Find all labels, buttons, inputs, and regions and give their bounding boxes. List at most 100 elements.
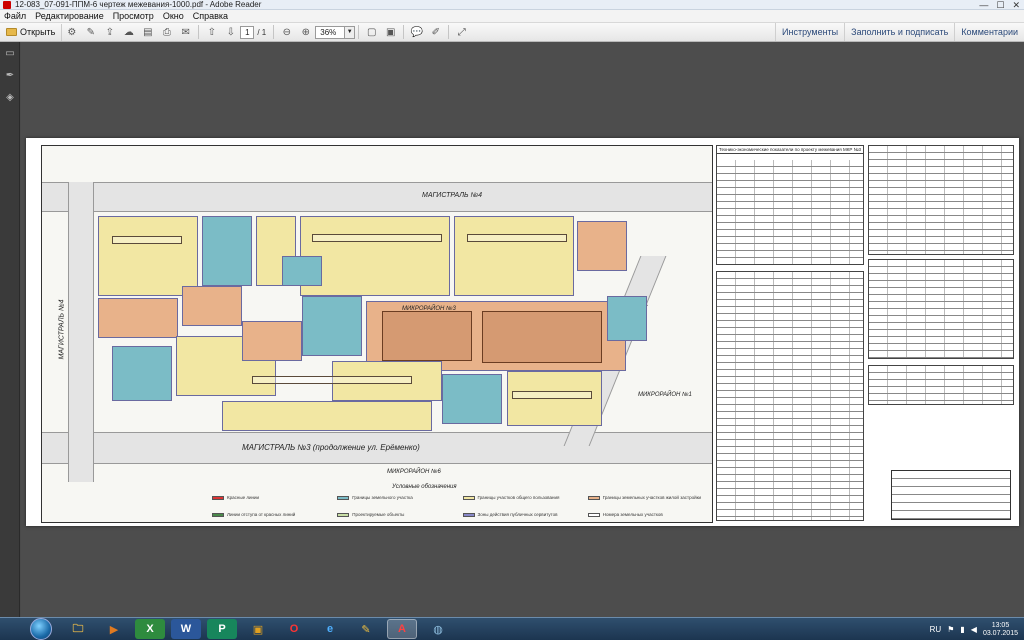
- summary-table-title: Технико-экономические показатели по прое…: [717, 146, 863, 154]
- start-button[interactable]: [30, 618, 52, 640]
- clock-time: 13:05: [991, 621, 1010, 629]
- window-controls: — ☐ ✕: [979, 0, 1020, 10]
- clock[interactable]: 13:05 03.07.2015: [983, 622, 1018, 638]
- window-titlebar: 12-083_07-091-ППМ-6 чертеж межевания-100…: [0, 0, 1024, 10]
- menu-bar: Файл Редактирование Просмотр Окно Справк…: [0, 10, 1024, 23]
- open-label: Открыть: [20, 27, 56, 37]
- taskbar-app-explorer[interactable]: 🗀: [63, 619, 93, 639]
- legend-swatch: [212, 495, 224, 500]
- zone-commercial: [242, 321, 302, 361]
- edit-pdf-icon[interactable]: ✎: [83, 25, 98, 40]
- page-total: / 1: [257, 27, 267, 37]
- menu-window[interactable]: Окно: [163, 11, 184, 21]
- road-top: [42, 182, 712, 212]
- network-icon[interactable]: ▮: [960, 625, 964, 634]
- table-grid: [869, 366, 1013, 404]
- table-grid: [869, 146, 1013, 254]
- zoom-in-icon[interactable]: ⊕: [298, 25, 313, 40]
- page-number-input[interactable]: 1: [240, 25, 255, 39]
- legend-item: Границы участков общего пользования: [462, 490, 582, 505]
- create-pdf-icon[interactable]: ⚙: [64, 25, 79, 40]
- building: [467, 234, 567, 242]
- legend-item: Зоны действия публичных сервитутов: [462, 507, 582, 522]
- road-left: [68, 182, 94, 482]
- building: [112, 236, 182, 244]
- taskbar-app-publisher[interactable]: P: [207, 619, 237, 639]
- road-label-left: МАГИСТРАЛЬ №4: [58, 299, 66, 360]
- comments-panel-button[interactable]: Комментарии: [954, 23, 1024, 41]
- legend-item: Красные линии: [212, 490, 331, 505]
- fullscreen-icon[interactable]: ⤢: [454, 25, 469, 40]
- zoom-out-icon[interactable]: ⊖: [279, 25, 294, 40]
- legend-item: Проектируемые объекты: [337, 507, 456, 522]
- taskbar-app-tool[interactable]: ✎: [351, 619, 381, 639]
- layers-icon[interactable]: ◈: [4, 92, 16, 104]
- comment-icon[interactable]: 💬: [409, 25, 424, 40]
- zoom-level-input[interactable]: 36%: [315, 25, 346, 39]
- taskbar-app-excel[interactable]: X: [135, 619, 165, 639]
- zone-public: [607, 296, 647, 341]
- maximize-button[interactable]: ☐: [996, 0, 1004, 11]
- zoom-dropdown-icon[interactable]: ▼: [345, 25, 356, 39]
- zone-public: [442, 374, 502, 424]
- tools-panel-button[interactable]: Инструменты: [775, 23, 844, 41]
- table-grid: [717, 160, 863, 264]
- building: [252, 376, 412, 384]
- microdistrict-label-right: МИКРОРАЙОН №1: [638, 392, 692, 398]
- language-indicator[interactable]: RU: [930, 625, 942, 634]
- pdf-page: МАГИСТРАЛЬ №4 МАГИСТРАЛЬ №3 (продолжение…: [26, 138, 1019, 526]
- page-thumbnails-icon[interactable]: ▭: [4, 48, 16, 60]
- school-building: [382, 311, 472, 361]
- volume-icon[interactable]: ◀: [971, 625, 977, 634]
- print-icon[interactable]: ⎙: [159, 25, 174, 40]
- clock-date: 03.07.2015: [982, 629, 1018, 637]
- legend-swatch: [337, 495, 350, 500]
- legend-item: Границы земельного участка: [337, 490, 456, 505]
- plots-table-right-2: [868, 259, 1014, 359]
- fit-page-icon[interactable]: ▢: [364, 25, 379, 40]
- menu-view[interactable]: Просмотр: [113, 11, 154, 21]
- table-grid: [869, 260, 1013, 358]
- minimize-button[interactable]: —: [979, 0, 988, 10]
- export-icon[interactable]: ⇪: [102, 25, 117, 40]
- highlight-icon[interactable]: ✐: [428, 25, 443, 40]
- page-up-icon[interactable]: ⇧: [204, 25, 219, 40]
- adobe-reader-icon: [3, 0, 11, 9]
- cloud-icon[interactable]: ☁: [121, 25, 136, 40]
- taskbar-app-opera[interactable]: O: [279, 619, 309, 639]
- taskbar-app-ie[interactable]: e: [315, 619, 345, 639]
- zone-commercial: [577, 221, 627, 271]
- page-down-icon[interactable]: ⇩: [223, 25, 238, 40]
- signature-icon[interactable]: ✒: [4, 70, 16, 82]
- taskbar-app-network[interactable]: ◍: [423, 619, 453, 639]
- menu-file[interactable]: Файл: [4, 11, 26, 21]
- taskbar-app-archive[interactable]: ▣: [243, 619, 273, 639]
- sports-ground: [482, 311, 602, 363]
- menu-edit[interactable]: Редактирование: [35, 11, 104, 21]
- windows-taskbar: 🗀 ▶ X W P ▣ O e ✎ A ◍ RU ⚑ ▮ ◀ 13:05 03.…: [0, 617, 1024, 640]
- toolbar-panels: Инструменты Заполнить и подписать Коммен…: [775, 23, 1024, 41]
- tech-economic-tables: Технико-экономические показатели по прое…: [716, 145, 1014, 523]
- legend-swatch: [587, 495, 600, 500]
- document-viewer[interactable]: МАГИСТРАЛЬ №4 МАГИСТРАЛЬ №3 (продолжение…: [21, 42, 1024, 617]
- open-button[interactable]: Открыть: [0, 23, 63, 41]
- menu-help[interactable]: Справка: [193, 11, 228, 21]
- taskbar-app-word[interactable]: W: [171, 619, 201, 639]
- flag-icon[interactable]: ⚑: [947, 625, 954, 634]
- zone-residential: [222, 401, 432, 431]
- email-icon[interactable]: ✉: [178, 25, 193, 40]
- taskbar-app-media[interactable]: ▶: [99, 619, 129, 639]
- legend-swatch: [212, 512, 224, 517]
- table-grid: [717, 272, 863, 520]
- zone-residential: [454, 216, 574, 296]
- road-label-bottom: МАГИСТРАЛЬ №3 (продолжение ул. Ерёменко): [242, 443, 420, 452]
- title-block-stamp: [891, 470, 1011, 520]
- fit-width-icon[interactable]: ▣: [383, 25, 398, 40]
- close-button[interactable]: ✕: [1012, 0, 1020, 11]
- taskbar-app-acrobat[interactable]: A: [387, 619, 417, 639]
- legend-swatch: [462, 512, 475, 517]
- save-icon[interactable]: ▤: [140, 25, 155, 40]
- fill-sign-panel-button[interactable]: Заполнить и подписать: [844, 23, 954, 41]
- microdistrict-label-bottom: МИКРОРАЙОН №6: [387, 469, 441, 475]
- zone-residential: [98, 216, 198, 296]
